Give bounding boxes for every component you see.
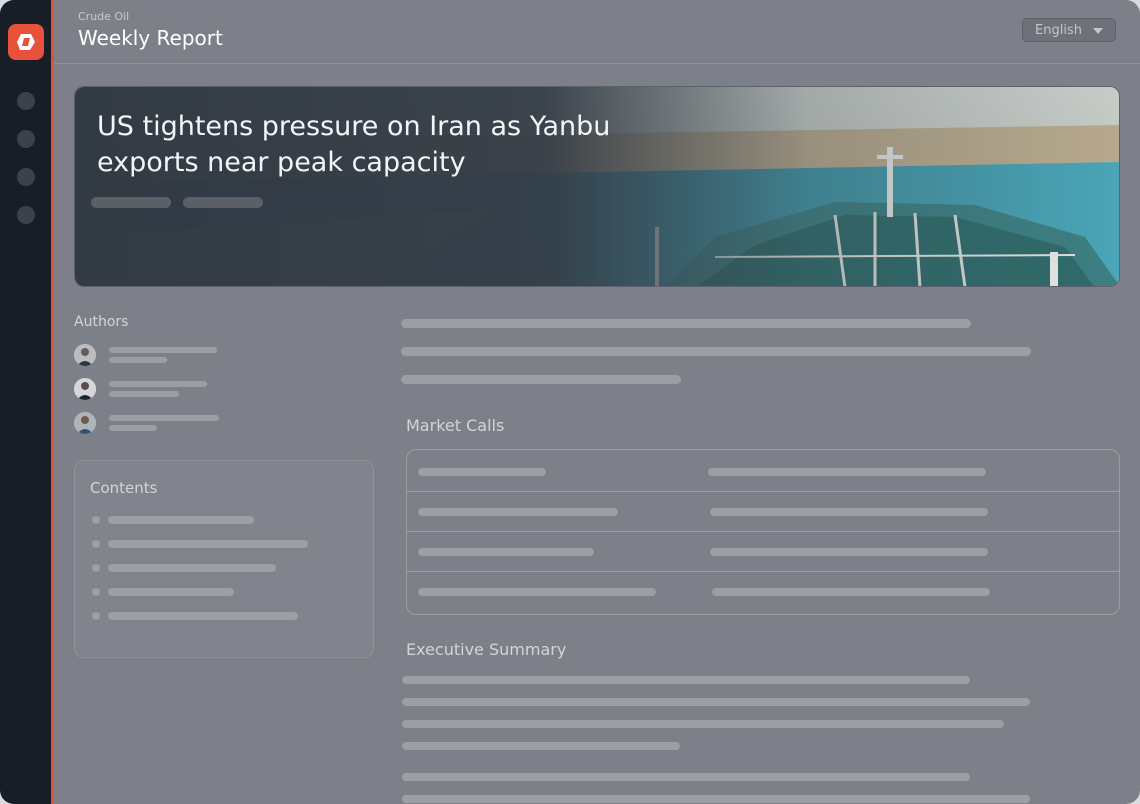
contents-bullet [92, 588, 100, 596]
intro-line-3 [401, 375, 681, 384]
hero-headline: US tightens pressure on Iran as Yanbu ex… [97, 111, 611, 178]
nav-item-2[interactable] [17, 130, 35, 148]
contents-bullet [92, 516, 100, 524]
author-3-role [109, 425, 157, 431]
authors-label: Authors [74, 314, 129, 330]
table-row-2-cell-2 [710, 548, 988, 556]
nav-item-4[interactable] [17, 206, 35, 224]
contents-item-2[interactable] [108, 540, 308, 548]
person-icon [74, 412, 96, 434]
intro-line-2 [401, 347, 1031, 356]
contents-item-1[interactable] [108, 516, 254, 524]
nav-item-1[interactable] [17, 92, 35, 110]
brand-logo-icon[interactable] [8, 24, 44, 60]
summary-line-3 [402, 720, 1004, 728]
table-row-1-cell-2 [710, 508, 988, 516]
hero-tag-2 [183, 197, 263, 208]
table-row-3-cell-2 [712, 588, 990, 596]
author-2-name [109, 381, 207, 387]
author-1-role [109, 357, 167, 363]
hero-banner: US tightens pressure on Iran as Yanbu ex… [74, 86, 1120, 287]
page-title: Weekly Report [78, 26, 223, 50]
table-divider [407, 531, 1119, 532]
logo-mark [17, 34, 35, 50]
contents-label: Contents [90, 479, 158, 497]
contents-bullet [92, 564, 100, 572]
author-avatar-2[interactable] [74, 378, 96, 400]
table-header-cell-2 [708, 468, 986, 476]
contents-bullet [92, 612, 100, 620]
table-divider [407, 571, 1119, 572]
summary-line-1 [402, 676, 970, 684]
language-select-value: English [1035, 23, 1082, 38]
author-avatar-3[interactable] [74, 412, 96, 434]
author-avatar-1[interactable] [74, 344, 96, 366]
contents-card: Contents [74, 460, 374, 658]
summary-line-2 [402, 698, 1030, 706]
table-divider [407, 491, 1119, 492]
executive-summary-heading: Executive Summary [406, 640, 567, 659]
intro-line-1 [401, 319, 971, 328]
table-row-1-cell-1 [418, 508, 618, 516]
market-calls-table [406, 449, 1120, 615]
market-calls-heading: Market Calls [406, 416, 505, 435]
sidebar [0, 0, 54, 804]
nav-item-3[interactable] [17, 168, 35, 186]
app-window: Crude Oil Weekly Report English US tight… [0, 0, 1140, 804]
table-row-2-cell-1 [418, 548, 594, 556]
report-category: Crude Oil [78, 10, 130, 23]
person-icon [74, 344, 96, 366]
person-icon [74, 378, 96, 400]
author-2-role [109, 391, 179, 397]
contents-item-4[interactable] [108, 588, 234, 596]
contents-item-5[interactable] [108, 612, 298, 620]
chevron-down-icon [1093, 28, 1103, 34]
hero-tag-1 [91, 197, 171, 208]
author-3-name [109, 415, 219, 421]
language-select[interactable]: English [1022, 18, 1116, 42]
table-header-cell-1 [418, 468, 546, 476]
summary-line-4 [402, 742, 680, 750]
header: Crude Oil Weekly Report English [54, 0, 1140, 64]
contents-item-3[interactable] [108, 564, 276, 572]
author-1-name [109, 347, 217, 353]
summary-line-6 [402, 795, 1030, 803]
summary-line-5 [402, 773, 970, 781]
contents-bullet [92, 540, 100, 548]
table-row-3-cell-1 [418, 588, 656, 596]
